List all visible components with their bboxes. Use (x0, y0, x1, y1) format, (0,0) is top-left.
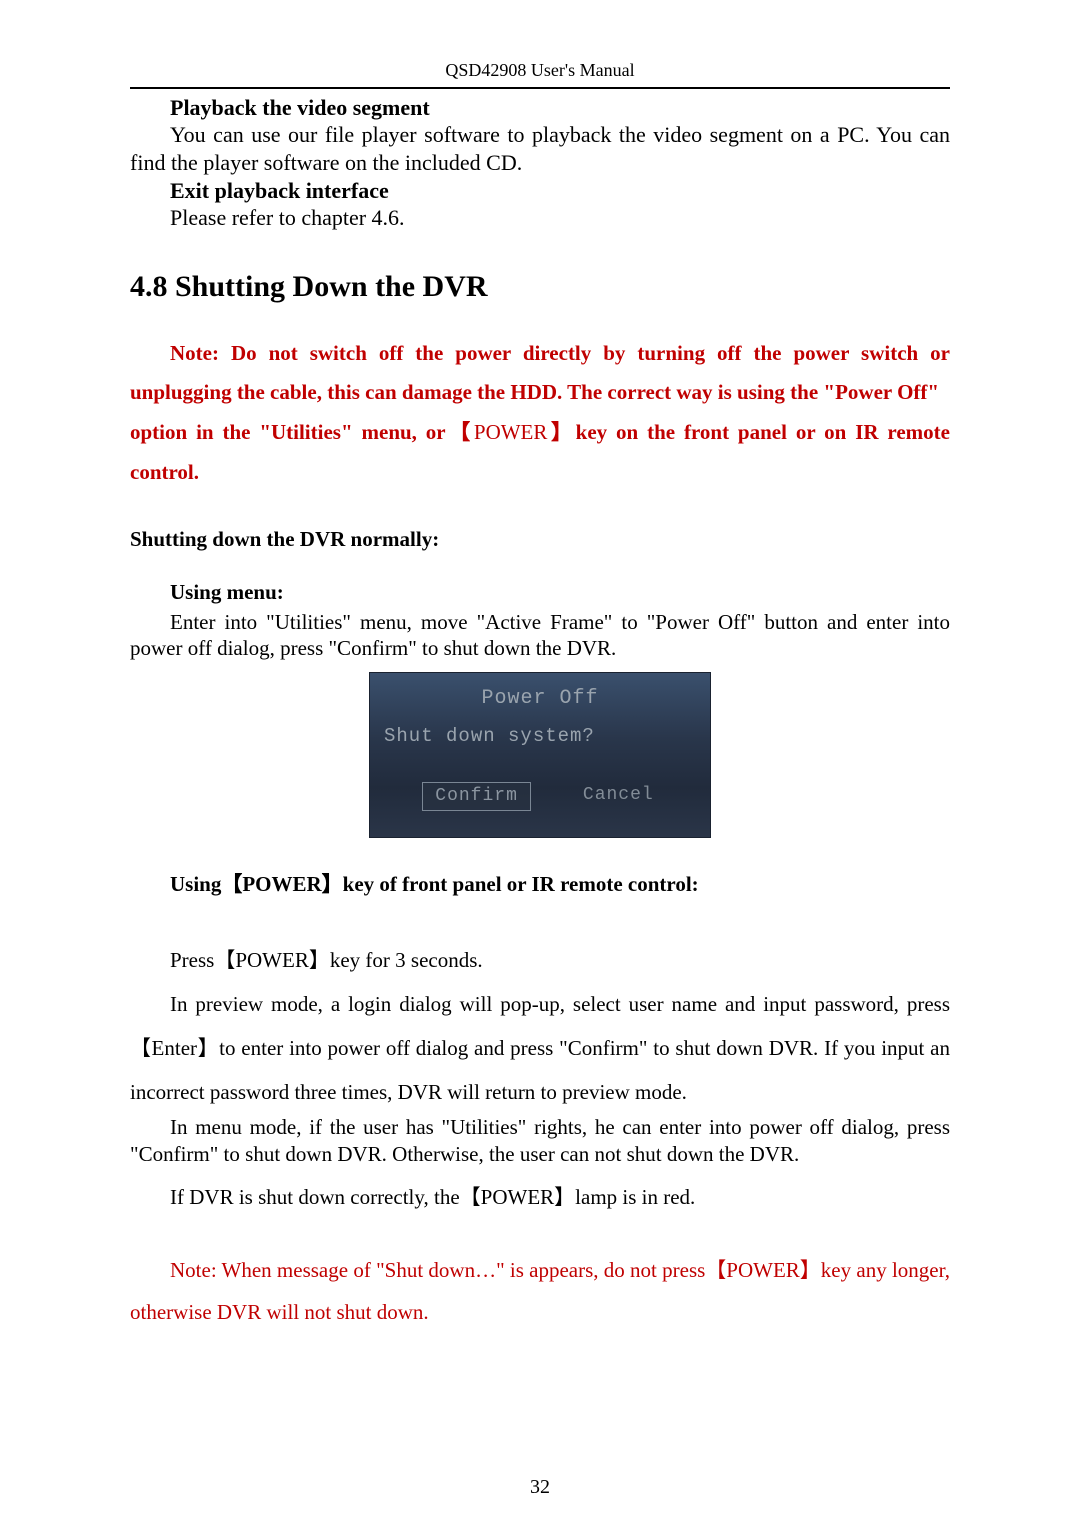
playback-heading: Playback the video segment (170, 95, 950, 121)
dialog-question: Shut down system? (384, 725, 595, 747)
power-off-dialog-screenshot: Power Off Shut down system? Confirm Canc… (369, 672, 711, 838)
warning-power-word: POWER (474, 420, 548, 444)
bottom-warning-content: Note: When message of "Shut down…" is ap… (130, 1258, 950, 1324)
press-power-text: Press【POWER】key for 3 seconds. (130, 938, 950, 982)
using-power-heading: Using【POWER】key of front panel or IR rem… (170, 868, 950, 898)
cancel-button[interactable]: Cancel (579, 782, 658, 811)
page-number: 32 (0, 1476, 1080, 1499)
dialog-buttons: Confirm Cancel (370, 782, 710, 811)
using-menu-text: Enter into "Utilities" menu, move "Activ… (130, 609, 950, 662)
menu-mode-text: In menu mode, if the user has "Utilities… (130, 1114, 950, 1169)
preview-mode-text: In preview mode, a login dialog will pop… (130, 982, 950, 1114)
bottom-warning: Note: When message of "Shut down…" is ap… (130, 1249, 950, 1333)
running-header: QSD42908 User's Manual (130, 60, 950, 81)
using-menu-heading: Using menu: (170, 580, 950, 605)
section-title-text: Shutting Down the DVR (175, 270, 488, 303)
section-title: 4.8 Shutting Down the DVR (130, 270, 950, 304)
warning-line2a: option in the "Utilities" menu, or【 (130, 420, 474, 444)
dialog-title: Power Off (370, 687, 710, 710)
normally-heading: Shutting down the DVR normally: (130, 527, 950, 552)
playback-text-content: You can use our file player software to … (130, 122, 950, 175)
press-power-content: Press【POWER】key for 3 seconds. (170, 948, 483, 972)
lamp-content: If DVR is shut down correctly, the【POWER… (170, 1185, 695, 1209)
warning-note: Note: Do not switch off the power direct… (130, 334, 950, 494)
warning-line1: Note: Do not switch off the power direct… (130, 341, 950, 405)
header-rule (130, 87, 950, 89)
playback-text: You can use our file player software to … (130, 121, 950, 176)
preview-mode-content: In preview mode, a login dialog will pop… (130, 992, 950, 1104)
using-menu-text-content: Enter into "Utilities" menu, move "Activ… (130, 610, 950, 660)
exit-heading: Exit playback interface (170, 178, 950, 204)
lamp-text: If DVR is shut down correctly, the【POWER… (130, 1175, 950, 1219)
exit-text: Please refer to chapter 4.6. (170, 204, 950, 232)
confirm-button[interactable]: Confirm (422, 782, 531, 811)
manual-page: QSD42908 User's Manual Playback the vide… (0, 0, 1080, 1527)
menu-mode-content: In menu mode, if the user has "Utilities… (130, 1115, 950, 1166)
section-number: 4.8 (130, 270, 168, 303)
